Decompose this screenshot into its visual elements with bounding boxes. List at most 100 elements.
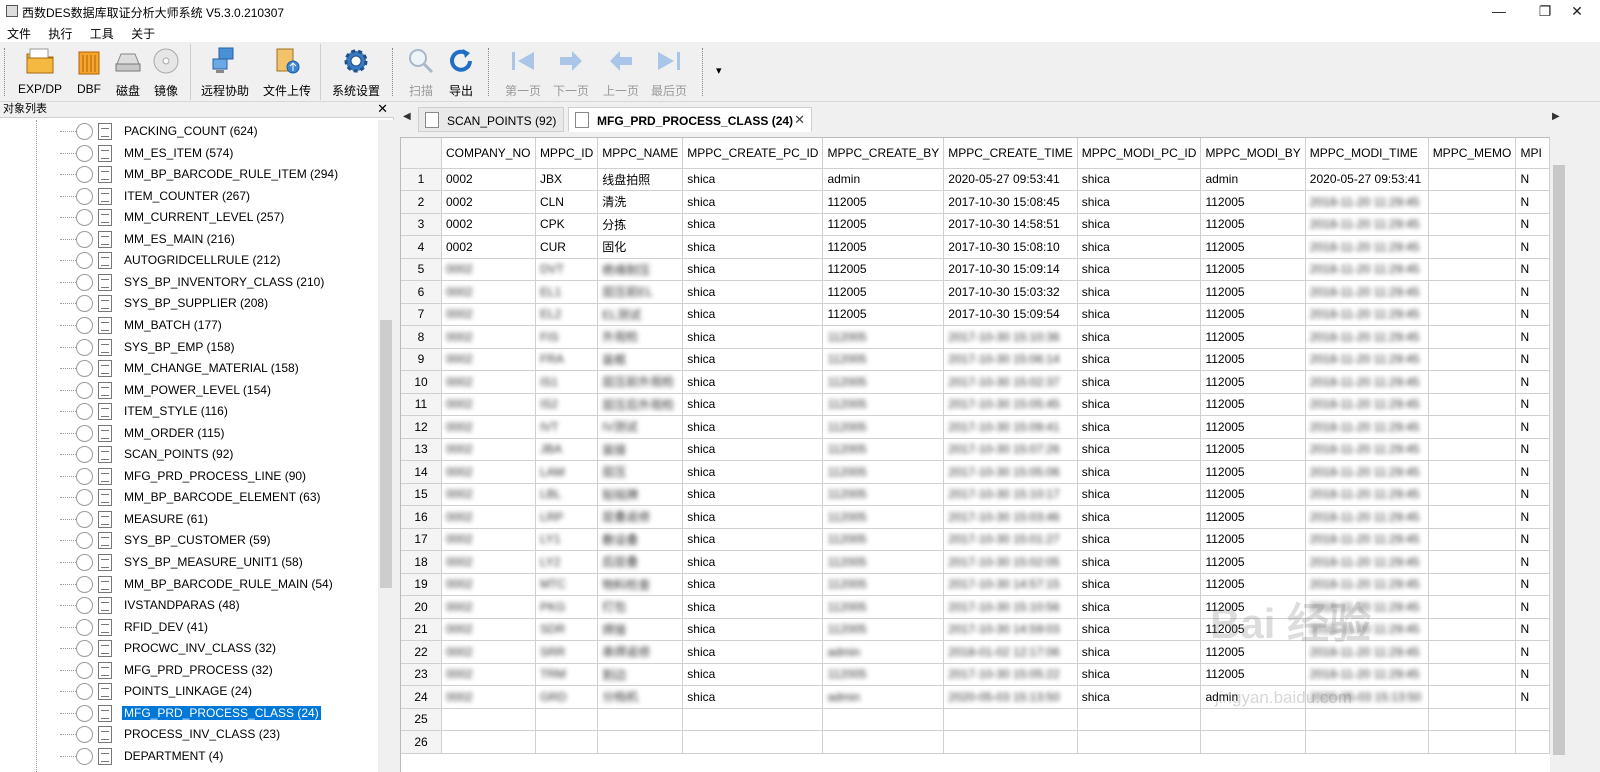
table-cell[interactable] xyxy=(822,730,945,754)
table-cell[interactable]: PKG xyxy=(535,595,599,619)
table-cell[interactable]: TRM xyxy=(535,663,599,686)
table-cell[interactable]: 2020-05-27 09:53:41 xyxy=(1305,168,1429,191)
scrollbar-thumb[interactable] xyxy=(380,320,392,588)
table-cell[interactable]: 112005 xyxy=(822,663,945,686)
table-cell[interactable]: 分拣 xyxy=(597,213,684,236)
table-cell[interactable]: shica xyxy=(682,640,824,664)
table-cell[interactable]: N xyxy=(1515,258,1550,281)
table-cell[interactable]: MTC xyxy=(535,573,599,596)
row-number[interactable]: 3 xyxy=(401,213,442,236)
disk-button[interactable]: 磁盘 xyxy=(110,44,146,98)
table-cell[interactable]: admin xyxy=(822,168,945,191)
table-cell[interactable] xyxy=(1428,438,1517,461)
row-number[interactable]: 25 xyxy=(401,708,442,731)
table-cell[interactable] xyxy=(1428,730,1517,754)
table-cell[interactable]: 固化 xyxy=(597,235,684,259)
table-cell[interactable]: 线盘拍照 xyxy=(597,168,684,191)
scan-button[interactable]: 扫描 xyxy=(402,44,440,98)
radio-icon[interactable] xyxy=(76,316,93,334)
table-cell[interactable]: 2017-10-30 15:02:37 xyxy=(943,370,1078,394)
table-cell[interactable] xyxy=(1428,640,1517,664)
row-number[interactable]: 10 xyxy=(401,370,442,394)
table-cell[interactable] xyxy=(1428,483,1517,506)
table-cell[interactable]: N xyxy=(1515,573,1550,596)
table-cell[interactable] xyxy=(1305,730,1429,754)
table-cell[interactable]: 112005 xyxy=(822,595,945,619)
table-cell[interactable]: N xyxy=(1515,685,1550,709)
table-cell[interactable]: 外观检 xyxy=(597,325,684,349)
table-cell[interactable]: 112005 xyxy=(1200,325,1306,349)
table-cell[interactable]: JBA xyxy=(535,438,599,461)
row-number[interactable]: 23 xyxy=(401,663,442,686)
table-cell[interactable]: 112005 xyxy=(1200,235,1306,259)
toolbar-grip[interactable] xyxy=(392,48,395,96)
table-cell[interactable]: EL测试 xyxy=(597,303,684,326)
table-cell[interactable]: 物料检查 xyxy=(597,573,684,596)
table-cell[interactable]: 0002 xyxy=(441,438,536,461)
table-cell[interactable]: FIS xyxy=(535,325,599,349)
table-cell[interactable]: 112005 xyxy=(1200,370,1306,394)
table-row[interactable]: 9 0002 FRA 装框 shica 112005 2017-10-30 15:06:14… xyxy=(401,348,1550,371)
table-cell[interactable]: 112005 xyxy=(1200,213,1306,236)
tab-scroll-right-icon[interactable]: ▶ xyxy=(1552,111,1560,122)
next-page-button[interactable]: 下一页 xyxy=(548,44,594,98)
table-cell[interactable]: 112005 xyxy=(1200,483,1306,506)
table-cell[interactable]: CLN xyxy=(535,190,599,214)
column-header[interactable]: MPPC_NAME xyxy=(597,138,684,169)
table-cell[interactable] xyxy=(1305,708,1429,731)
table-cell[interactable]: shica xyxy=(682,550,824,574)
table-cell[interactable] xyxy=(1428,303,1517,326)
table-cell[interactable]: 2018-11-20 11:29:45 xyxy=(1305,303,1429,326)
table-cell[interactable]: 2017-10-30 15:01:27 xyxy=(943,528,1078,551)
table-cell[interactable] xyxy=(1428,235,1517,259)
file-upload-button[interactable]: 文件上传 xyxy=(258,44,316,98)
table-cell[interactable]: LY1 xyxy=(535,528,599,551)
table-cell[interactable]: 清洗 xyxy=(597,190,684,214)
table-row[interactable]: 26 xyxy=(401,730,1550,754)
table-cell[interactable] xyxy=(822,708,945,731)
scrollbar-thumb[interactable] xyxy=(1553,165,1565,755)
table-cell[interactable]: 层压 xyxy=(597,460,684,484)
table-cell[interactable]: 2017-10-30 15:03:32 xyxy=(943,280,1078,304)
table-cell[interactable]: 2017-10-30 14:59:03 xyxy=(943,618,1078,641)
table-cell[interactable]: shica xyxy=(1077,168,1202,191)
table-cell[interactable]: N xyxy=(1515,370,1550,394)
table-cell[interactable]: 112005 xyxy=(822,325,945,349)
table-cell[interactable]: 112005 xyxy=(822,573,945,596)
table-cell[interactable]: shica xyxy=(682,595,824,619)
table-cell[interactable]: 2017-10-30 15:10:17 xyxy=(943,483,1078,506)
table-cell[interactable]: 2018-11-20 11:29:45 xyxy=(1305,415,1429,439)
row-number[interactable]: 15 xyxy=(401,483,442,506)
radio-icon[interactable] xyxy=(76,187,93,205)
table-cell[interactable]: N xyxy=(1515,640,1550,664)
table-cell[interactable]: 2017-10-30 14:58:51 xyxy=(943,213,1078,236)
radio-icon[interactable] xyxy=(76,510,93,528)
row-number[interactable]: 2 xyxy=(401,190,442,214)
table-row[interactable]: 25 xyxy=(401,708,1550,731)
table-cell[interactable]: 2017-10-30 14:57:15 xyxy=(943,573,1078,596)
table-cell[interactable]: 0002 xyxy=(441,303,536,326)
tab-mfg-prd-process-class[interactable]: MFG_PRD_PROCESS_CLASS (24) ✕ xyxy=(568,107,812,132)
radio-icon[interactable] xyxy=(76,381,93,399)
remote-assist-button[interactable]: 远程协助 xyxy=(198,44,252,98)
table-cell[interactable] xyxy=(1200,730,1306,754)
table-row[interactable]: 15 0002 LBL 贴铭牌 shica 112005 2017-10-30 15:10:… xyxy=(401,483,1550,506)
table-cell[interactable]: shica xyxy=(1077,348,1202,371)
column-header[interactable]: MPPC_MODI_PC_ID xyxy=(1077,138,1202,169)
table-cell[interactable]: shica xyxy=(682,168,824,191)
table-cell[interactable]: admin xyxy=(822,640,945,664)
close-window-button[interactable]: ✕ xyxy=(1554,0,1600,22)
table-cell[interactable]: 112005 xyxy=(822,303,945,326)
column-header[interactable]: MPI xyxy=(1515,138,1550,169)
table-cell[interactable] xyxy=(1428,595,1517,619)
table-cell[interactable]: 2018-11-20 11:29:45 xyxy=(1305,393,1429,416)
table-cell[interactable] xyxy=(1428,393,1517,416)
table-cell[interactable]: shica xyxy=(682,258,824,281)
table-cell[interactable]: shica xyxy=(1077,415,1202,439)
table-row[interactable]: 4 0002 CUR 固化 shica 112005 2017-10-30 15:08:10… xyxy=(401,235,1550,259)
table-cell[interactable]: LBL xyxy=(535,483,599,506)
table-cell[interactable]: 贴铭牌 xyxy=(597,483,684,506)
row-number[interactable]: 9 xyxy=(401,348,442,371)
table-cell[interactable]: shica xyxy=(1077,528,1202,551)
table-cell[interactable]: 112005 xyxy=(1200,438,1306,461)
